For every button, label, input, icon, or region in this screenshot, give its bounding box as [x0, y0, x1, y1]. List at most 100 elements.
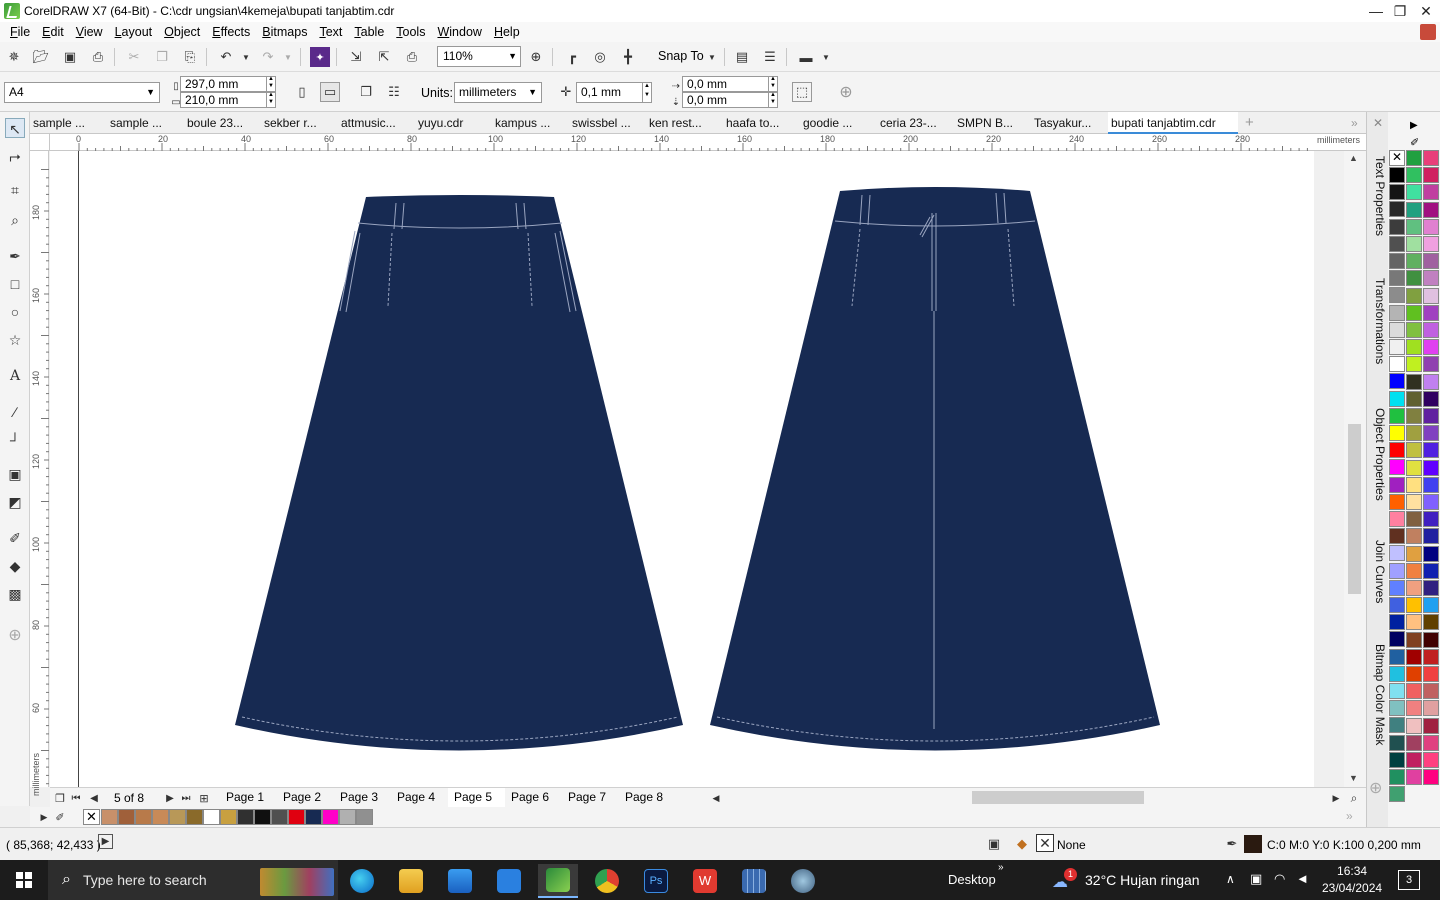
polygon-tool-icon[interactable]: ☆ — [5, 330, 25, 350]
export-icon[interactable]: ⇱ — [374, 47, 394, 67]
ellipse-tool-icon[interactable]: ○ — [5, 302, 25, 322]
color-swatch[interactable] — [1406, 425, 1422, 442]
color-swatch[interactable] — [1406, 167, 1422, 184]
doc-tab[interactable]: goodie ... — [800, 112, 877, 134]
redo-dropdown-icon[interactable]: ▼ — [278, 47, 298, 67]
color-swatch[interactable] — [169, 809, 186, 825]
color-swatch[interactable] — [1389, 373, 1405, 390]
color-swatch[interactable] — [1389, 167, 1405, 183]
snap-to-button[interactable]: Snap To — [658, 49, 704, 63]
color-swatch[interactable] — [1389, 304, 1405, 321]
color-swatch[interactable] — [1423, 322, 1439, 338]
coreldraw-app-icon[interactable] — [4, 3, 20, 19]
color-swatch[interactable] — [1406, 236, 1422, 252]
doc-tab[interactable]: kampus ... — [492, 112, 569, 134]
taskbar-mail[interactable] — [489, 864, 529, 898]
page-tab-4[interactable]: Page 4 — [391, 788, 448, 807]
user-account-icon[interactable] — [1420, 24, 1436, 40]
color-swatch[interactable] — [118, 809, 135, 825]
color-swatch[interactable] — [1406, 304, 1422, 321]
color-swatch[interactable] — [1406, 442, 1422, 459]
color-swatch[interactable] — [101, 809, 118, 825]
menu-text[interactable]: Text — [313, 22, 348, 42]
rectangle-tool-icon[interactable]: □ — [5, 274, 25, 294]
color-swatch[interactable] — [1389, 614, 1405, 631]
color-swatch[interactable] — [1423, 167, 1439, 184]
color-swatch[interactable] — [1423, 545, 1439, 562]
docker-bitmap-color-mask[interactable]: Bitmap Color Mask — [1369, 626, 1387, 745]
color-swatch[interactable] — [1389, 545, 1405, 562]
color-swatch[interactable] — [1423, 287, 1439, 304]
menu-file[interactable]: File — [4, 22, 36, 42]
current-page-icon[interactable]: ☷ — [384, 82, 404, 102]
minimize-button[interactable]: — — [1364, 0, 1388, 22]
color-swatch[interactable] — [1389, 700, 1405, 717]
color-swatch[interactable] — [1389, 511, 1405, 527]
transparency-tool-icon[interactable]: ◩ — [5, 492, 25, 512]
import-icon[interactable]: ⇲ — [346, 47, 366, 67]
doc-tab[interactable]: sample ... — [30, 112, 107, 134]
doc-tab[interactable]: sekber r... — [261, 112, 338, 134]
color-swatch[interactable] — [1389, 751, 1405, 768]
no-color-swatch[interactable]: ✕ — [1389, 150, 1405, 166]
new-tab-icon[interactable]: + — [1242, 112, 1254, 134]
scroll-left-icon[interactable]: ◀ — [706, 788, 726, 808]
drawing-canvas[interactable] — [50, 151, 1314, 787]
color-swatch[interactable] — [1423, 769, 1439, 786]
color-swatch[interactable] — [1423, 614, 1439, 631]
doc-tab[interactable]: yuyu.cdr — [415, 112, 492, 134]
color-swatch[interactable] — [1389, 717, 1405, 734]
play-icon[interactable]: ▶ — [98, 834, 113, 849]
color-swatch[interactable] — [203, 809, 220, 825]
no-color-swatch[interactable]: ✕ — [83, 809, 100, 825]
color-swatch[interactable] — [1423, 666, 1439, 682]
color-swatch[interactable] — [1389, 562, 1405, 579]
page-tab-1[interactable]: Page 1 — [220, 788, 277, 807]
color-swatch[interactable] — [1406, 597, 1422, 614]
color-swatch[interactable] — [1389, 769, 1405, 785]
open-icon[interactable]: 📂︎ — [31, 47, 51, 67]
color-swatch[interactable] — [1406, 769, 1422, 786]
snap-to-dropdown-icon[interactable]: ▼ — [702, 47, 722, 67]
color-swatch[interactable] — [1389, 253, 1405, 269]
tab-scroll-icon[interactable]: » — [1348, 112, 1358, 134]
color-swatch[interactable] — [1389, 184, 1405, 201]
color-swatch[interactable] — [1423, 597, 1439, 614]
color-swatch[interactable] — [237, 809, 254, 825]
color-swatch[interactable] — [1406, 580, 1422, 596]
color-swatch[interactable] — [1389, 786, 1405, 803]
zoom-tool-icon[interactable]: ⌕ — [5, 210, 25, 230]
close-docker-icon[interactable]: ✕ — [1373, 116, 1383, 130]
color-swatch[interactable] — [1423, 683, 1439, 700]
color-swatch[interactable] — [1389, 201, 1405, 218]
menu-table[interactable]: Table — [348, 22, 390, 42]
color-swatch[interactable] — [1406, 562, 1422, 579]
paste-icon[interactable]: ⎘ — [180, 47, 200, 67]
doc-tab[interactable]: ceria 23-... — [877, 112, 954, 134]
color-swatch[interactable] — [271, 809, 288, 825]
color-swatch[interactable] — [1389, 528, 1405, 545]
show-hidden-icons-icon[interactable]: ∧ — [1226, 872, 1235, 886]
speaker-muted-icon[interactable]: ◄ — [1296, 871, 1309, 886]
color-swatch[interactable] — [1406, 511, 1422, 528]
docker-transformations[interactable]: Transformations — [1369, 260, 1387, 364]
color-swatch[interactable] — [1423, 201, 1439, 218]
color-swatch[interactable] — [1423, 459, 1439, 476]
scroll-down-icon[interactable]: ▼ — [1349, 773, 1358, 783]
taskbar-search[interactable]: ⌕ Type here to search — [48, 860, 338, 900]
doc-tab[interactable]: SMPN B... — [954, 112, 1031, 134]
color-swatch[interactable] — [356, 809, 373, 825]
color-swatch[interactable] — [1406, 408, 1422, 424]
color-swatch[interactable] — [1406, 287, 1422, 304]
color-swatch[interactable] — [1406, 184, 1422, 201]
spin-icon[interactable]: ▲ ▼ — [266, 92, 275, 108]
cut-icon[interactable]: ✂ — [124, 47, 144, 67]
launch-icon[interactable]: ▬ — [796, 47, 816, 67]
maximize-button[interactable]: ❐ — [1388, 0, 1412, 22]
eyedropper-icon[interactable]: ✐ — [50, 807, 70, 827]
doc-tab[interactable]: sample ... — [107, 112, 184, 134]
show-guidelines-icon[interactable]: ╋ — [618, 47, 638, 67]
color-swatch[interactable] — [186, 809, 203, 825]
menu-effects[interactable]: Effects — [206, 22, 256, 42]
color-swatch[interactable] — [288, 809, 305, 825]
